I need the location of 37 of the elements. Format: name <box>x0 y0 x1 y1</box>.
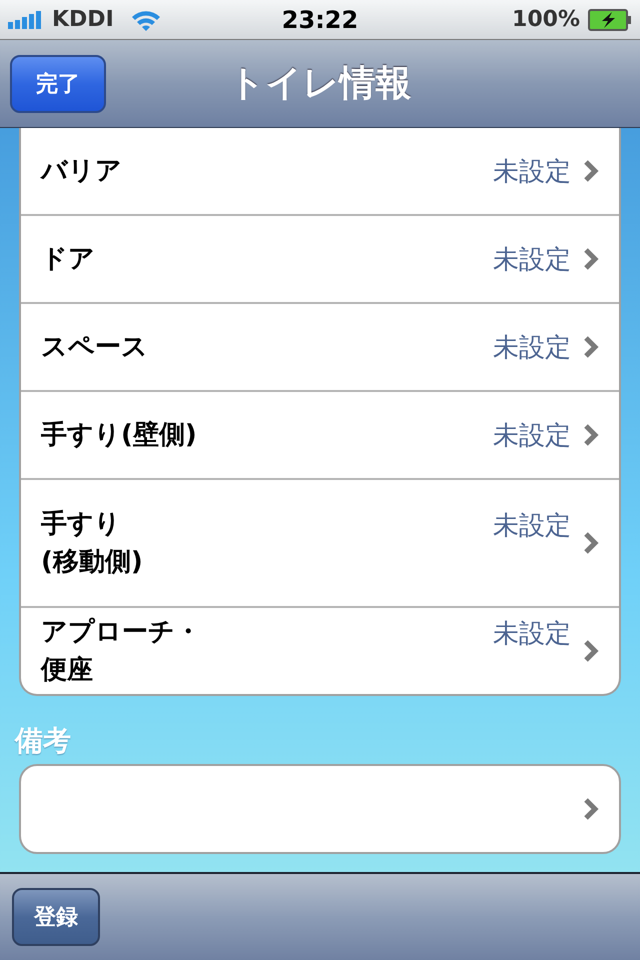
row-value: 未設定 <box>493 156 571 188</box>
row-value: 未設定 <box>493 420 571 452</box>
screen-title: トイレ情報 <box>228 63 412 104</box>
row-value: 未設定 <box>493 510 571 543</box>
note-label: 備考 <box>15 724 71 757</box>
settings-row[interactable]: ドア 未設定 <box>21 214 619 302</box>
signal-icon <box>8 10 44 28</box>
chevron-icon <box>583 159 599 183</box>
battery-percent: 100% <box>512 7 580 32</box>
chevron-icon <box>583 423 599 447</box>
settings-row[interactable]: 手すり (移動側) 未設定 <box>21 478 619 606</box>
row-label: 手すり(壁側) <box>41 419 197 452</box>
settings-row[interactable]: バリア 未設定 <box>21 128 619 214</box>
chevron-icon <box>583 797 599 821</box>
settings-row[interactable]: スペース 未設定 <box>21 302 619 390</box>
battery-charging-icon <box>588 8 632 30</box>
row-label: 手すり <box>41 508 121 541</box>
done-button[interactable]: 完了 <box>10 54 106 112</box>
chevron-icon <box>583 531 599 555</box>
row-value: 未設定 <box>493 618 571 651</box>
clock-time: 23:22 <box>282 6 358 34</box>
row-label: スペース <box>41 331 148 364</box>
row-label: ドア <box>41 243 95 276</box>
carrier-name: KDDI <box>52 7 114 32</box>
row-label: 便座 <box>41 654 93 687</box>
row-label: (移動側) <box>41 546 143 579</box>
settings-row[interactable]: 手すり(壁側) 未設定 <box>21 390 619 478</box>
row-value: 未設定 <box>493 244 571 276</box>
row-label: バリア <box>41 155 122 188</box>
register-button[interactable]: 登録 <box>12 888 100 946</box>
row-value: 未設定 <box>493 332 571 364</box>
chevron-icon <box>583 639 599 663</box>
row-label: アプローチ・ <box>41 616 201 649</box>
chevron-icon <box>583 335 599 359</box>
settings-row[interactable]: アプローチ・ 便座 未設定 <box>21 606 619 694</box>
chevron-icon <box>583 247 599 271</box>
note-field[interactable] <box>19 764 621 854</box>
